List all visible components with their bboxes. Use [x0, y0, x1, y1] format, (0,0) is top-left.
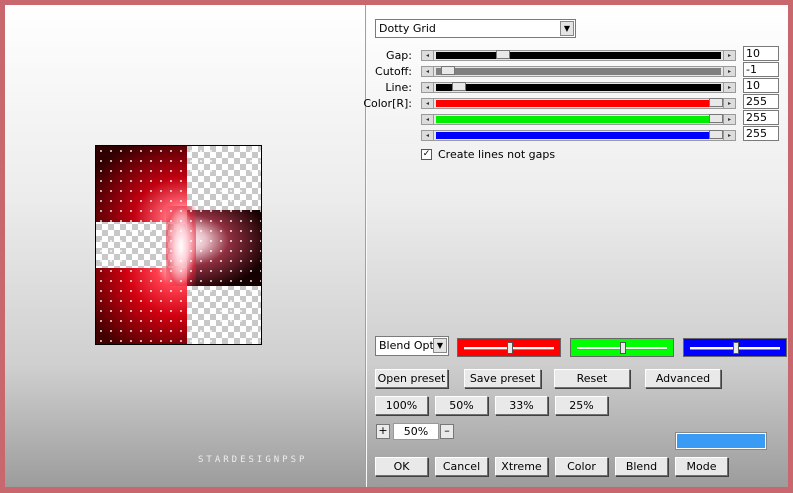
blend-options-dropdown[interactable]: Blend Optio ▼: [375, 336, 449, 356]
gap-label: Gap:: [386, 49, 412, 62]
zoom-100-button[interactable]: 100%: [375, 396, 428, 415]
color-red-value-field[interactable]: 255: [743, 94, 779, 109]
create-lines-label: Create lines not gaps: [438, 148, 556, 161]
gap-slider[interactable]: ◂ ▸: [421, 50, 736, 61]
cancel-button[interactable]: Cancel: [435, 457, 488, 476]
cutoff-slider[interactable]: ◂ ▸: [421, 66, 736, 77]
slider-track: [436, 116, 721, 123]
checkmark-icon: ✓: [422, 149, 431, 159]
red-channel-slider[interactable]: [457, 338, 561, 357]
arrow-right-icon[interactable]: ▸: [723, 83, 735, 92]
line-slider[interactable]: ◂ ▸: [421, 82, 736, 93]
color-green-value-field[interactable]: 255: [743, 110, 779, 125]
save-preset-button[interactable]: Save preset: [464, 369, 541, 388]
preset-dropdown-value: Dotty Grid: [379, 22, 436, 35]
blue-channel-slider[interactable]: [683, 338, 787, 357]
blend-button[interactable]: Blend: [615, 457, 668, 476]
slider-track: [436, 84, 721, 91]
color-blue-value-field[interactable]: 255: [743, 126, 779, 141]
arrow-right-icon[interactable]: ▸: [723, 67, 735, 76]
color-green-slider[interactable]: ◂ ▸: [421, 114, 736, 125]
slider-track: [436, 52, 721, 59]
chevron-down-icon[interactable]: ▼: [433, 338, 447, 353]
line-label: Line:: [385, 81, 412, 94]
arrow-right-icon[interactable]: ▸: [723, 99, 735, 108]
zoom-in-button[interactable]: +: [376, 424, 390, 439]
slider-track: [436, 100, 721, 107]
advanced-button[interactable]: Advanced: [645, 369, 721, 388]
gap-value-field[interactable]: 10: [743, 46, 779, 61]
slider-thumb[interactable]: [441, 66, 455, 75]
open-preset-button[interactable]: Open preset: [375, 369, 448, 388]
slider-thumb[interactable]: [709, 130, 723, 139]
watermark: STARDESIGNPSP: [198, 455, 308, 465]
slider-knob[interactable]: [733, 342, 739, 354]
arrow-left-icon[interactable]: ◂: [422, 131, 434, 140]
arrow-left-icon[interactable]: ◂: [422, 83, 434, 92]
slider-knob[interactable]: [507, 342, 513, 354]
color-blue-slider[interactable]: ◂ ▸: [421, 130, 736, 141]
arrow-right-icon[interactable]: ▸: [723, 115, 735, 124]
ok-button[interactable]: OK: [375, 457, 428, 476]
green-channel-slider[interactable]: [570, 338, 674, 357]
arrow-right-icon[interactable]: ▸: [723, 51, 735, 60]
zoom-50-button[interactable]: 50%: [435, 396, 488, 415]
color-red-label: Color[R]:: [363, 97, 412, 110]
color-red-slider[interactable]: ◂ ▸: [421, 98, 736, 109]
slider-thumb[interactable]: [452, 82, 466, 91]
color-button[interactable]: Color: [555, 457, 608, 476]
arrow-left-icon[interactable]: ◂: [422, 51, 434, 60]
preview-image[interactable]: [95, 145, 262, 345]
zoom-field[interactable]: 50%: [393, 423, 439, 440]
dot-grid-overlay: [96, 146, 261, 344]
slider-knob[interactable]: [620, 342, 626, 354]
reset-button[interactable]: Reset: [554, 369, 630, 388]
cutoff-label: Cutoff:: [375, 65, 412, 78]
cutoff-value-field[interactable]: -1: [743, 62, 779, 77]
slider-thumb[interactable]: [709, 98, 723, 107]
chevron-down-icon[interactable]: ▼: [560, 21, 574, 36]
zoom-out-button[interactable]: –: [440, 424, 454, 439]
accent-color-swatch[interactable]: [676, 433, 766, 449]
line-value-field[interactable]: 10: [743, 78, 779, 93]
mode-button[interactable]: Mode: [675, 457, 728, 476]
zoom-33-button[interactable]: 33%: [495, 396, 548, 415]
arrow-right-icon[interactable]: ▸: [723, 131, 735, 140]
slider-track: [436, 132, 721, 139]
xtreme-button[interactable]: Xtreme: [495, 457, 548, 476]
slider-track: [436, 68, 721, 75]
slider-thumb[interactable]: [709, 114, 723, 123]
zoom-25-button[interactable]: 25%: [555, 396, 608, 415]
slider-thumb[interactable]: [496, 50, 510, 59]
arrow-left-icon[interactable]: ◂: [422, 99, 434, 108]
arrow-left-icon[interactable]: ◂: [422, 115, 434, 124]
preset-dropdown[interactable]: Dotty Grid ▼: [375, 19, 576, 38]
create-lines-checkbox[interactable]: ✓: [421, 149, 432, 160]
arrow-left-icon[interactable]: ◂: [422, 67, 434, 76]
